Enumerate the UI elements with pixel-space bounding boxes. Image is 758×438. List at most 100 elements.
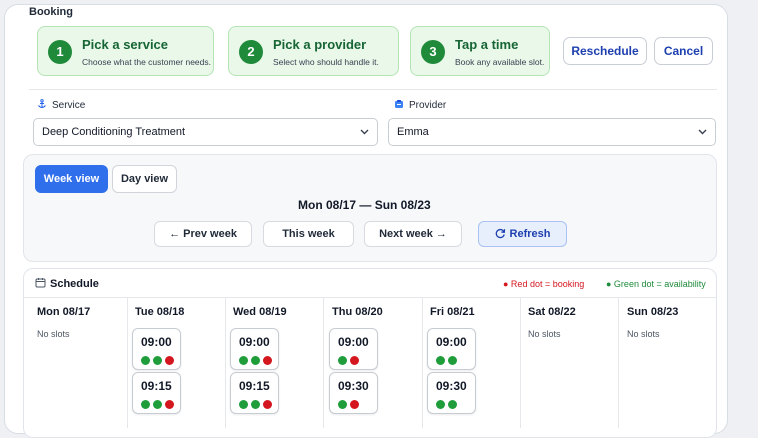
step-number: 2 [239, 40, 263, 64]
provider-value: Emma [397, 126, 429, 138]
slot-time: 09:00 [436, 335, 467, 349]
legend-booking: ● Red dot = booking [503, 279, 585, 289]
slot-time: 09:15 [141, 379, 172, 393]
slot-dots [239, 400, 272, 410]
legend-availability: ● Green dot = availability [606, 279, 706, 289]
service-label-text: Service [52, 100, 86, 111]
prev-week-button[interactable]: ← Prev week [154, 221, 252, 247]
step-title: Tap a time [455, 37, 519, 52]
slot-time: 09:00 [239, 335, 270, 349]
booking-dot [165, 400, 174, 409]
slot-dots [436, 400, 457, 410]
no-slots-text: No slots [627, 329, 660, 339]
provider-select[interactable]: Emma [388, 118, 716, 146]
time-slot[interactable]: 09:00 [329, 328, 378, 370]
step-title: Pick a service [82, 37, 169, 52]
booking-dot [263, 356, 272, 365]
schedule-title-text: Schedule [50, 278, 99, 290]
day-header: Thu 08/20 [332, 306, 383, 318]
booking-dot [350, 400, 359, 409]
no-slots-text: No slots [528, 329, 561, 339]
booking-dot [350, 356, 359, 365]
availability-dot [448, 356, 457, 365]
reschedule-button[interactable]: Reschedule [563, 37, 647, 65]
service-select[interactable]: Deep Conditioning Treatment [33, 118, 378, 146]
availability-dot [153, 400, 162, 409]
day-column: Wed 08/19 09:00 09:15 [225, 298, 324, 428]
availability-dot [448, 400, 457, 409]
provider-icon [394, 99, 404, 109]
schedule-title: Schedule [35, 277, 99, 290]
provider-label: Provider [394, 99, 446, 111]
day-header: Mon 08/17 [37, 306, 91, 318]
time-slot[interactable]: 09:00 [230, 328, 279, 370]
slot-time: 09:00 [338, 335, 369, 349]
slot-dots [338, 400, 359, 410]
slot-time: 09:30 [338, 379, 369, 393]
step-title: Pick a provider [273, 37, 367, 52]
day-column: Thu 08/20 09:00 09:30 [324, 298, 423, 428]
divider [29, 89, 717, 90]
step-pick-provider: 2 Pick a provider Select who should hand… [228, 26, 399, 76]
chevron-down-icon [698, 119, 707, 156]
availability-dot [436, 356, 445, 365]
slot-time: 09:00 [141, 335, 172, 349]
time-slot[interactable]: 09:00 [132, 328, 181, 370]
day-column: Fri 08/21 09:00 09:30 [422, 298, 521, 428]
step-tap-time: 3 Tap a time Book any available slot. [410, 26, 550, 76]
time-slot[interactable]: 09:00 [427, 328, 476, 370]
step-pick-service: 1 Pick a service Choose what the custome… [37, 26, 214, 76]
slot-dots [239, 356, 272, 366]
day-header: Tue 08/18 [135, 306, 185, 318]
availability-dot [141, 400, 150, 409]
slot-dots [436, 356, 457, 366]
no-slots-text: No slots [37, 329, 70, 339]
availability-dot [239, 400, 248, 409]
step-subtitle: Select who should handle it. [273, 57, 379, 67]
booking-dot [263, 400, 272, 409]
refresh-icon [495, 224, 506, 248]
availability-dot [338, 356, 347, 365]
cancel-button[interactable]: Cancel [654, 37, 713, 65]
time-slot[interactable]: 09:15 [132, 372, 181, 414]
time-slot[interactable]: 09:15 [230, 372, 279, 414]
step-subtitle: Book any available slot. [455, 57, 545, 67]
availability-dot [251, 400, 260, 409]
booking-dot [165, 356, 174, 365]
step-number: 3 [421, 40, 445, 64]
availability-dot [338, 400, 347, 409]
card-title: Booking [29, 6, 73, 18]
slot-time: 09:30 [436, 379, 467, 393]
availability-dot [239, 356, 248, 365]
availability-dot [153, 356, 162, 365]
day-header: Sat 08/22 [528, 306, 576, 318]
this-week-button[interactable]: This week [263, 221, 354, 247]
time-slot[interactable]: 09:30 [329, 372, 378, 414]
availability-dot [141, 356, 150, 365]
service-value: Deep Conditioning Treatment [42, 126, 186, 138]
service-label: Service [37, 99, 85, 111]
day-column: Sat 08/22 No slots [520, 298, 619, 428]
day-column: Mon 08/17 No slots [29, 298, 128, 428]
time-slot[interactable]: 09:30 [427, 372, 476, 414]
step-subtitle: Choose what the customer needs. [82, 57, 211, 67]
availability-dot [436, 400, 445, 409]
day-header: Sun 08/23 [627, 306, 679, 318]
day-column: Sun 08/23 No slots [619, 298, 718, 428]
step-number: 1 [48, 40, 72, 64]
refresh-label: Refresh [509, 228, 551, 240]
tab-week-view[interactable]: Week view [35, 165, 108, 193]
provider-label-text: Provider [409, 100, 447, 111]
chevron-down-icon [360, 119, 369, 156]
week-range: Mon 08/17 — Sun 08/23 [298, 198, 431, 212]
slot-time: 09:15 [239, 379, 270, 393]
day-header: Wed 08/19 [233, 306, 287, 318]
tab-day-view[interactable]: Day view [112, 165, 177, 193]
availability-dot [251, 356, 260, 365]
refresh-button[interactable]: Refresh [478, 221, 567, 247]
slot-dots [141, 356, 174, 366]
slot-dots [141, 400, 174, 410]
anchor-icon [37, 99, 47, 109]
day-header: Fri 08/21 [430, 306, 475, 318]
next-week-button[interactable]: Next week → [364, 221, 462, 247]
